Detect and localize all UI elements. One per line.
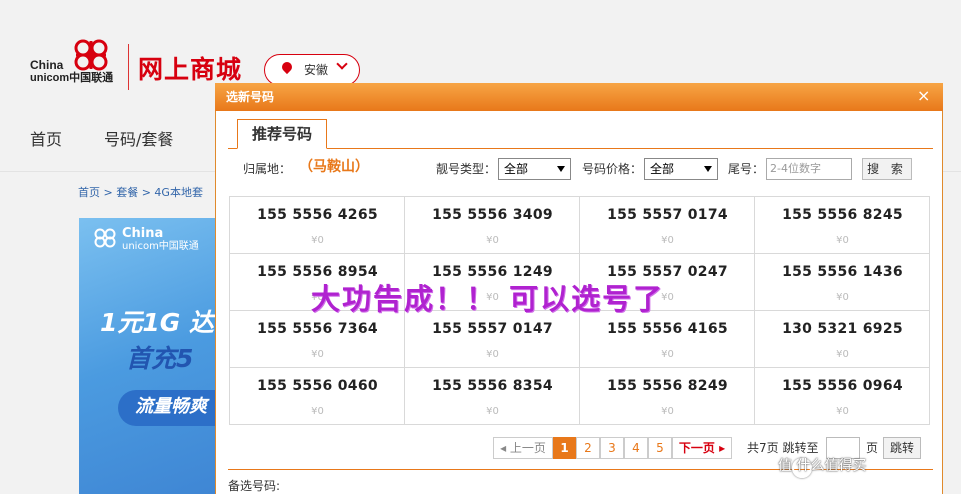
phone-number: 155 5556 0964: [782, 378, 903, 394]
dialog-title: 选新号码: [226, 90, 275, 104]
tail-label: 尾号：: [728, 162, 765, 176]
search-button[interactable]: 搜 索: [862, 158, 912, 180]
number-cell[interactable]: 155 5557 0147 ¥0: [405, 311, 580, 368]
number-cell[interactable]: 155 5556 8249 ¥0: [580, 368, 755, 425]
dropdown-arrow-icon: [704, 166, 712, 172]
page-1-button[interactable]: 1: [553, 437, 576, 459]
unicom-knot-logo-icon: [74, 39, 108, 71]
nav-item-home[interactable]: 首页: [30, 129, 62, 151]
page-total-label: 共7页 跳转至: [747, 441, 819, 455]
phone-number: 155 5556 8954: [257, 264, 378, 280]
phone-number: 155 5556 3409: [432, 207, 553, 223]
number-price: ¥0: [661, 235, 674, 246]
prev-page-button[interactable]: ◂ 上一页: [493, 437, 553, 459]
page-3-button[interactable]: 3: [600, 437, 624, 459]
banner-tagline: 流量畅爽: [135, 396, 207, 417]
phone-number: 155 5556 7364: [257, 321, 378, 337]
location-value: （马鞍山）: [299, 159, 369, 175]
breadcrumb[interactable]: 首页 > 套餐 > 4G本地套: [78, 185, 203, 201]
phone-number: 155 5556 0460: [257, 378, 378, 394]
region-label: 安徽: [304, 63, 329, 77]
phone-number: 155 5556 1249: [432, 264, 553, 280]
number-price: ¥0: [311, 349, 324, 360]
number-cell[interactable]: 155 5556 8354 ¥0: [405, 368, 580, 425]
price-select-value: 全部: [650, 162, 675, 176]
number-price: ¥0: [836, 349, 849, 360]
logo-china-text: China: [30, 58, 64, 72]
phone-number: 130 5321 6925: [782, 321, 903, 337]
type-select-value: 全部: [504, 162, 529, 176]
phone-number: 155 5556 8354: [432, 378, 553, 394]
page-2-button[interactable]: 2: [576, 437, 600, 459]
number-price: ¥0: [311, 406, 324, 417]
number-price: ¥0: [486, 235, 499, 246]
phone-number: 155 5556 1436: [782, 264, 903, 280]
number-cell[interactable]: 155 5556 0460 ¥0: [230, 368, 405, 425]
page-5-button[interactable]: 5: [648, 437, 672, 459]
type-label: 靓号类型：: [436, 162, 497, 176]
phone-number: 155 5556 8245: [782, 207, 903, 223]
banner-unicom-text: unicom中国联通: [122, 241, 199, 252]
dropdown-arrow-icon: [557, 166, 565, 172]
next-page-button[interactable]: 下一页 ▸: [672, 437, 732, 459]
price-label: 号码价格：: [582, 162, 643, 176]
number-cell[interactable]: 155 5556 7364 ¥0: [230, 311, 405, 368]
number-price: ¥0: [661, 406, 674, 417]
tab-underline: [228, 148, 933, 149]
number-cell[interactable]: 155 5556 4265 ¥0: [230, 197, 405, 254]
price-select[interactable]: 全部: [644, 158, 718, 180]
phone-number: 155 5556 8249: [607, 378, 728, 394]
phone-number: 155 5556 4165: [607, 321, 728, 337]
phone-number: 155 5557 0174: [607, 207, 728, 223]
phone-number: 155 5556 4265: [257, 207, 378, 223]
phone-number: 155 5557 0147: [432, 321, 553, 337]
number-price: ¥0: [486, 349, 499, 360]
number-cell[interactable]: 155 5557 0174 ¥0: [580, 197, 755, 254]
logo-divider: [128, 44, 129, 90]
nav-item-numbers[interactable]: 号码/套餐: [104, 129, 173, 151]
number-cell[interactable]: 155 5556 8245 ¥0: [755, 197, 930, 254]
tail-number-input[interactable]: 2-4位数字: [766, 158, 852, 180]
banner-headline: 1元1G 达: [100, 308, 215, 337]
overlay-annotation: 大功告成！！ 可以选号了: [311, 282, 665, 316]
phone-number: 155 5557 0247: [607, 264, 728, 280]
banner-subheadline: 首充5: [126, 344, 194, 373]
number-price: ¥0: [661, 349, 674, 360]
dialog-header[interactable]: [215, 83, 943, 111]
banner-knot-logo-icon: [94, 228, 116, 248]
mall-title: 网上商城: [138, 55, 243, 84]
number-price: ¥0: [311, 235, 324, 246]
page-4-button[interactable]: 4: [624, 437, 648, 459]
number-price: ¥0: [836, 406, 849, 417]
number-cell[interactable]: 130 5321 6925 ¥0: [755, 311, 930, 368]
number-price: ¥0: [836, 292, 849, 303]
number-cell[interactable]: 155 5556 0964 ¥0: [755, 368, 930, 425]
watermark: 值 什么值得买: [778, 458, 867, 474]
number-cell[interactable]: 155 5556 4165 ¥0: [580, 311, 755, 368]
location-label: 归属地：: [243, 162, 292, 176]
tab-recommended[interactable]: 推荐号码: [237, 119, 327, 149]
type-select[interactable]: 全部: [498, 158, 571, 180]
page-unit-label: 页: [866, 441, 879, 455]
number-cell[interactable]: 155 5556 3409 ¥0: [405, 197, 580, 254]
number-price: ¥0: [836, 235, 849, 246]
number-cell[interactable]: 155 5556 1436 ¥0: [755, 254, 930, 311]
close-icon[interactable]: ×: [917, 86, 930, 106]
banner-china-text: China: [122, 226, 164, 241]
backup-numbers-label: 备选号码:: [228, 479, 281, 493]
page-jump-button[interactable]: 跳转: [883, 437, 921, 459]
number-price: ¥0: [486, 406, 499, 417]
